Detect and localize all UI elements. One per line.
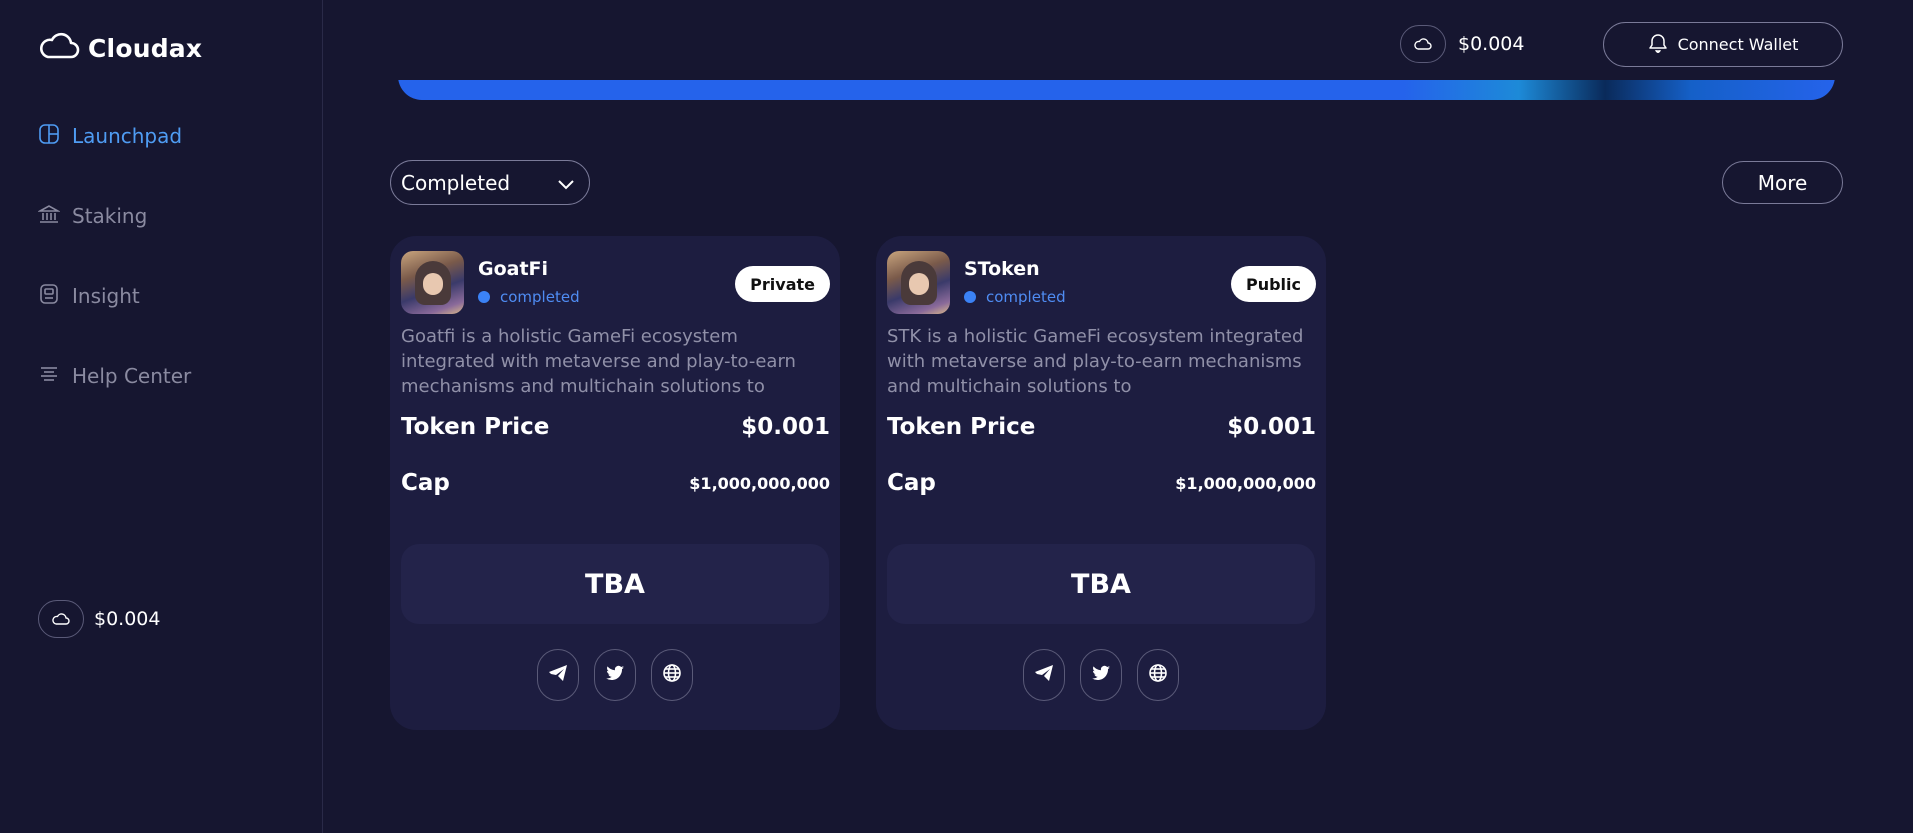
twitter-link[interactable] xyxy=(1080,649,1122,701)
twitter-icon xyxy=(605,663,625,687)
sidebar-item-label: Launchpad xyxy=(72,124,183,148)
token-price-value: $0.004 xyxy=(1458,33,1525,55)
banner[interactable] xyxy=(398,80,1835,100)
token-price-value: $0.001 xyxy=(1227,414,1316,440)
social-links xyxy=(876,649,1326,701)
help-center-icon xyxy=(38,363,60,390)
tba-button[interactable]: TBA xyxy=(401,544,829,624)
sidebar-item-label: Insight xyxy=(72,284,140,308)
globe-icon xyxy=(662,663,682,687)
project-status: completed xyxy=(964,288,1066,306)
cap-row: Cap $1,000,000,000 xyxy=(401,470,830,496)
connect-wallet-label: Connect Wallet xyxy=(1677,35,1799,54)
header-token-price: $0.004 xyxy=(1400,25,1524,63)
bank-icon xyxy=(36,203,62,230)
cap-label: Cap xyxy=(401,470,450,496)
project-description: STK is a holistic GameFi ecosystem integ… xyxy=(887,326,1304,397)
token-price-row: Token Price $0.001 xyxy=(887,414,1316,440)
twitter-icon xyxy=(1091,663,1111,687)
token-price-label: Token Price xyxy=(887,414,1036,440)
project-card-goatfi[interactable]: GoatFi completed Private Goatfi is a hol… xyxy=(390,236,840,730)
status-label: completed xyxy=(500,288,580,306)
telegram-link[interactable] xyxy=(537,649,579,701)
sidebar-token-price: $0.004 xyxy=(38,600,160,638)
cloud-logo-icon xyxy=(38,30,80,66)
status-dot-icon xyxy=(478,291,490,303)
project-name: SToken xyxy=(964,258,1040,280)
cap-label: Cap xyxy=(887,470,936,496)
sale-type-badge: Private xyxy=(735,266,830,302)
sidebar-item-launchpad[interactable]: Launchpad xyxy=(38,120,191,152)
sidebar-item-insight[interactable]: Insight xyxy=(38,280,191,312)
status-dot-icon xyxy=(964,291,976,303)
token-price-value: $0.004 xyxy=(94,608,161,630)
chevron-down-icon xyxy=(557,171,575,195)
sale-type-badge: Public xyxy=(1230,266,1316,302)
insight-icon xyxy=(38,283,60,310)
token-price-row: Token Price $0.001 xyxy=(401,414,830,440)
social-links xyxy=(390,649,840,701)
project-card-stoken[interactable]: SToken completed Public STK is a holisti… xyxy=(876,236,1326,730)
cap-row: Cap $1,000,000,000 xyxy=(887,470,1316,496)
telegram-icon xyxy=(1034,663,1054,687)
token-price-label: Token Price xyxy=(401,414,550,440)
bell-icon xyxy=(1648,32,1668,58)
sidebar: Cloudax Launchpad Staking Insight Help C… xyxy=(0,0,323,833)
connect-wallet-button[interactable]: Connect Wallet xyxy=(1603,22,1843,67)
cap-value: $1,000,000,000 xyxy=(689,473,830,493)
telegram-link[interactable] xyxy=(1023,649,1065,701)
project-status: completed xyxy=(478,288,580,306)
more-button[interactable]: More xyxy=(1722,161,1843,204)
sidebar-nav: Launchpad Staking Insight Help Center xyxy=(36,120,191,440)
telegram-icon xyxy=(548,663,568,687)
status-label: completed xyxy=(986,288,1066,306)
sidebar-item-label: Help Center xyxy=(72,364,192,388)
cap-value: $1,000,000,000 xyxy=(1175,473,1316,493)
token-price-value: $0.001 xyxy=(741,414,830,440)
globe-icon xyxy=(1148,663,1168,687)
sidebar-item-staking[interactable]: Staking xyxy=(36,200,191,232)
project-name: GoatFi xyxy=(478,258,549,280)
website-link[interactable] xyxy=(1137,649,1179,701)
website-link[interactable] xyxy=(651,649,693,701)
project-avatar xyxy=(401,251,464,314)
banner-image xyxy=(398,80,1835,100)
status-filter-select[interactable]: Completed xyxy=(390,160,590,205)
tba-button[interactable]: TBA xyxy=(887,544,1315,624)
project-avatar xyxy=(887,251,950,314)
app-name: Cloudax xyxy=(88,33,203,63)
logo[interactable]: Cloudax xyxy=(38,30,202,66)
filter-selected-value: Completed xyxy=(401,170,511,195)
cloud-coin-icon xyxy=(1400,25,1446,63)
sidebar-item-help-center[interactable]: Help Center xyxy=(38,360,191,392)
twitter-link[interactable] xyxy=(594,649,636,701)
launchpad-icon xyxy=(38,123,60,150)
sidebar-item-label: Staking xyxy=(72,204,148,228)
cloud-coin-icon xyxy=(38,600,84,638)
project-description: Goatfi is a holistic GameFi ecosystem in… xyxy=(401,326,796,397)
